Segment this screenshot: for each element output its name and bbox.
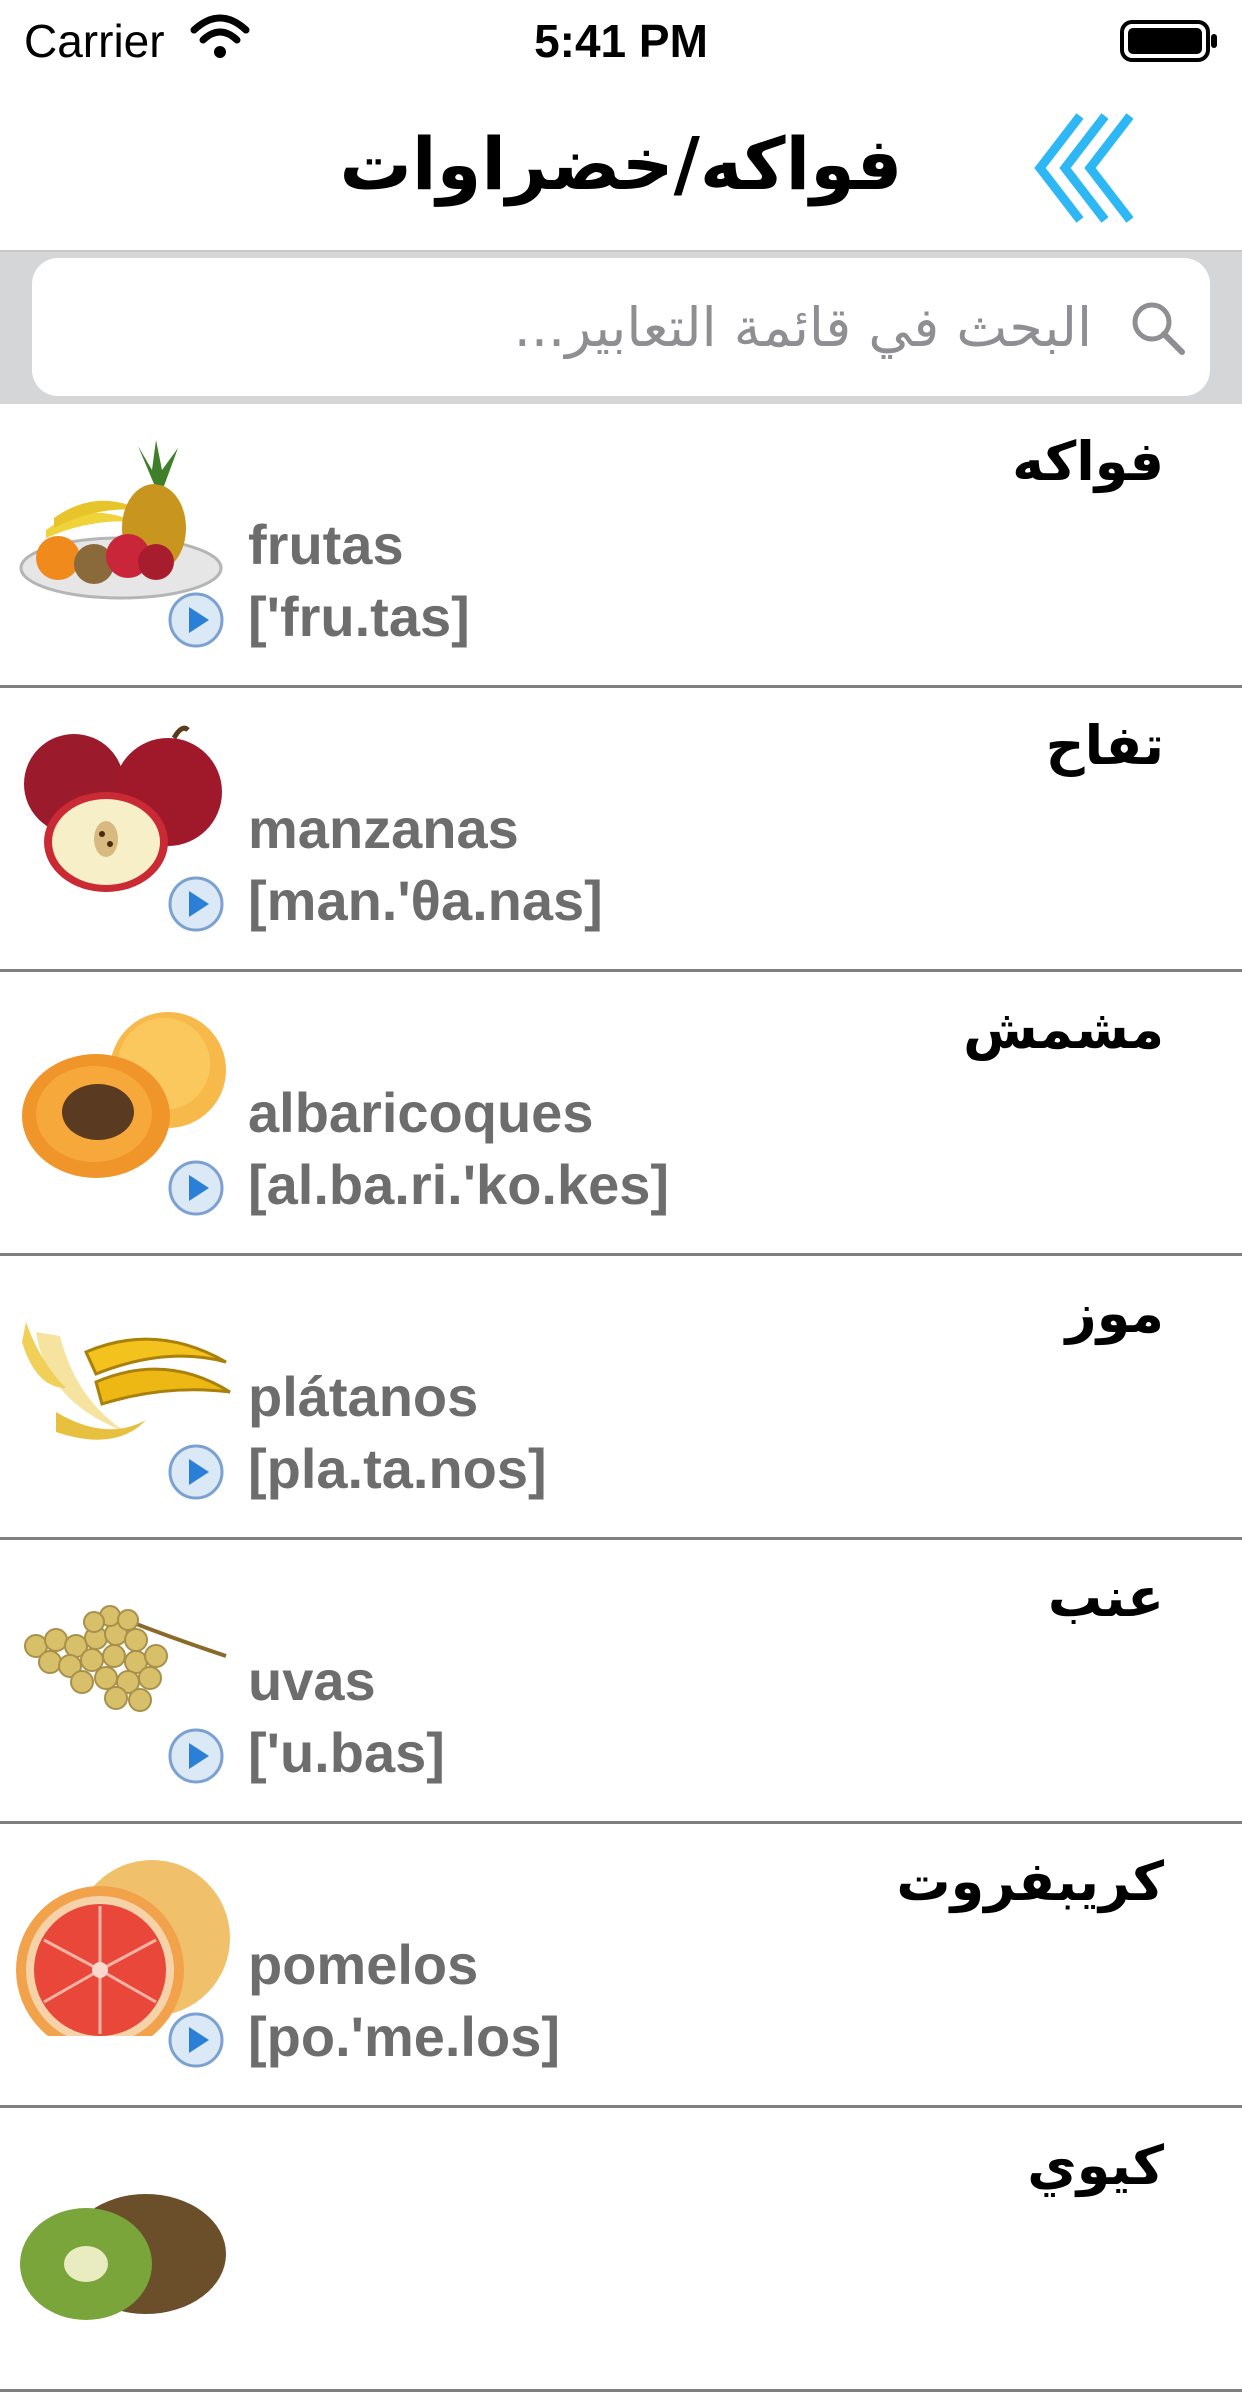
search-field[interactable] (32, 258, 1210, 396)
arabic-term: تفاح (1045, 714, 1164, 777)
play-audio-icon[interactable] (166, 2010, 226, 2070)
pronunciation: [po.'me.los] (248, 2005, 560, 2068)
spanish-term: manzanas (248, 797, 519, 860)
chevrons-back-icon (1034, 113, 1134, 223)
spanish-term: pomelos (248, 1933, 479, 1996)
play-audio-icon[interactable] (166, 874, 226, 934)
list-item[interactable]: فواكه frutas ['fru.tas] (0, 404, 1242, 688)
arabic-term: فواكه (1012, 430, 1164, 493)
list-item[interactable]: عنب uvas ['u.bas] (0, 1540, 1242, 1824)
arabic-term: عنب (1047, 1566, 1164, 1629)
list-item[interactable]: موز plátanos [pla.ta.nos] (0, 1256, 1242, 1540)
play-audio-icon[interactable] (166, 1442, 226, 1502)
pronunciation: [pla.ta.nos] (248, 1437, 547, 1500)
arabic-term: موز (1065, 1282, 1164, 1345)
spanish-term: plátanos (248, 1365, 479, 1428)
spanish-term: frutas (248, 513, 404, 576)
search-bar (0, 252, 1242, 404)
phrase-list: فواكه frutas ['fru.tas] تفاح manzanas [m… (0, 404, 1242, 2392)
play-audio-icon[interactable] (166, 1726, 226, 1786)
arabic-term: كريبفروت (896, 1850, 1164, 1913)
play-audio-icon[interactable] (166, 1158, 226, 1218)
spanish-term: albaricoques (248, 1081, 594, 1144)
arabic-term: كيوي (1027, 2134, 1164, 2197)
back-button[interactable] (1020, 108, 1140, 228)
arabic-term: مشمش (963, 998, 1164, 1061)
play-audio-icon[interactable] (166, 590, 226, 650)
pronunciation: [al.ba.ri.'ko.kes] (248, 1153, 670, 1216)
kiwi-icon (20, 2194, 226, 2320)
pronunciation: [man.'θa.nas] (248, 869, 603, 932)
status-bar: Carrier 5:41 PM (0, 0, 1242, 84)
list-item[interactable]: مشمش albaricoques [al.ba.ri.'ko.kes] (0, 972, 1242, 1256)
battery-icon (1120, 20, 1217, 62)
list-item[interactable]: كيوي (0, 2108, 1242, 2392)
search-input[interactable] (90, 284, 1094, 370)
spanish-term: uvas (248, 1649, 376, 1712)
pronunciation: ['u.bas] (248, 1721, 445, 1784)
search-icon (1132, 302, 1185, 355)
status-time: 5:41 PM (534, 15, 708, 67)
list-item[interactable]: تفاح manzanas [man.'θa.nas] (0, 688, 1242, 972)
list-item[interactable]: كريبفروت pomelos [po.'me.los] (0, 1824, 1242, 2108)
navigation-bar: فواكه/خضراوات (0, 84, 1242, 252)
pronunciation: ['fru.tas] (248, 585, 470, 648)
